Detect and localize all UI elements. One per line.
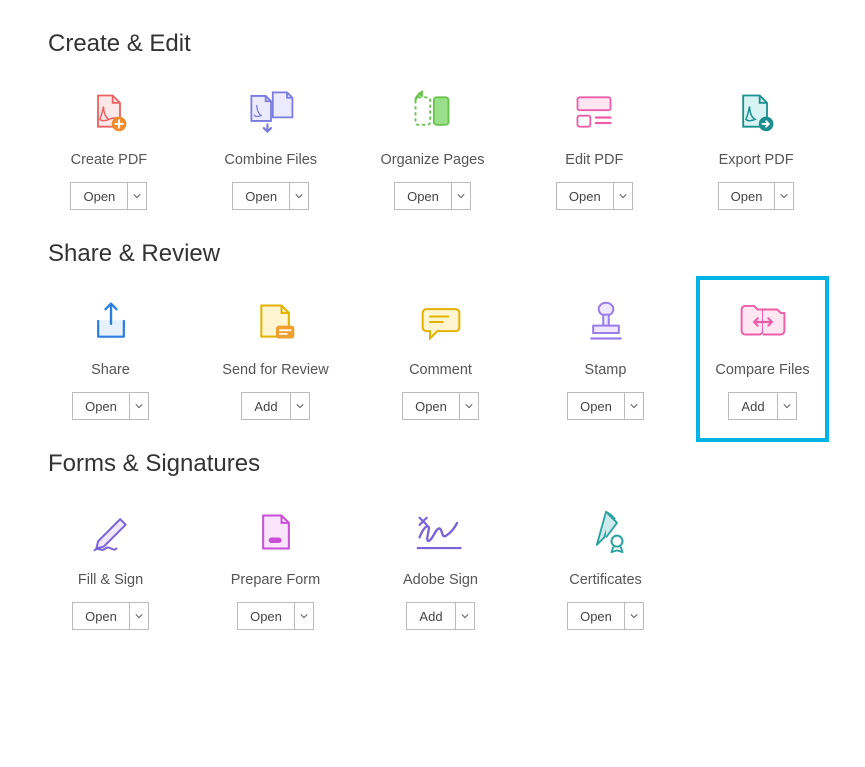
stamp-button[interactable]: Open (567, 392, 644, 420)
tool-prepare-form[interactable]: Prepare Form Open (213, 508, 338, 630)
compare-files-button[interactable]: Add (728, 392, 796, 420)
tool-label: Compare Files (715, 362, 809, 378)
chevron-down-icon[interactable] (778, 393, 796, 419)
tool-create-pdf[interactable]: Create PDF Open (48, 88, 170, 210)
section-create-edit: Create & EditCreate PDFOpenCombine Files… (48, 30, 817, 210)
tool-edit-pdf[interactable]: Edit PDF Open (533, 88, 655, 210)
create-pdf-icon (84, 88, 134, 136)
chevron-down-icon[interactable] (291, 393, 309, 419)
stamp-icon (581, 298, 631, 346)
combine-files-icon (246, 88, 296, 136)
tool-label: Export PDF (719, 152, 794, 168)
create-pdf-button-main[interactable]: Open (71, 183, 128, 209)
tool-comment[interactable]: Comment Open (378, 298, 503, 420)
edit-pdf-icon (569, 88, 619, 136)
fill-sign-icon (86, 508, 136, 556)
chevron-down-icon[interactable] (452, 183, 470, 209)
edit-pdf-button[interactable]: Open (556, 182, 633, 210)
tool-row: Create PDFOpenCombine FilesOpenOrganize … (48, 88, 817, 210)
tool-label: Edit PDF (565, 152, 623, 168)
tool-label: Create PDF (71, 152, 148, 168)
tool-organize-pages[interactable]: Organize Pages Open (372, 88, 494, 210)
tool-combine-files[interactable]: Combine Files Open (210, 88, 332, 210)
tool-label: Combine Files (224, 152, 317, 168)
prepare-form-button[interactable]: Open (237, 602, 314, 630)
chevron-down-icon[interactable] (456, 603, 474, 629)
chevron-down-icon[interactable] (460, 393, 478, 419)
chevron-down-icon[interactable] (130, 603, 148, 629)
send-for-review-button[interactable]: Add (241, 392, 309, 420)
share-button-main[interactable]: Open (73, 393, 130, 419)
tool-label: Adobe Sign (403, 572, 478, 588)
edit-pdf-button-main[interactable]: Open (557, 183, 614, 209)
send-review-icon (251, 298, 301, 346)
adobe-sign-icon (416, 508, 466, 556)
combine-files-button-main[interactable]: Open (233, 183, 290, 209)
section-title: Share & Review (48, 240, 817, 268)
tool-label: Certificates (569, 572, 642, 588)
send-for-review-button-main[interactable]: Add (242, 393, 290, 419)
tool-share[interactable]: Share Open (48, 298, 173, 420)
chevron-down-icon[interactable] (775, 183, 793, 209)
chevron-down-icon[interactable] (295, 603, 313, 629)
section-title: Forms & Signatures (48, 450, 817, 478)
chevron-down-icon[interactable] (625, 603, 643, 629)
tool-compare-files[interactable]: Compare Files Add (700, 280, 825, 438)
organize-pages-icon (407, 88, 457, 136)
tool-export-pdf[interactable]: Export PDF Open (695, 88, 817, 210)
comment-button[interactable]: Open (402, 392, 479, 420)
export-pdf-icon (731, 88, 781, 136)
share-button[interactable]: Open (72, 392, 149, 420)
tool-label: Share (91, 362, 130, 378)
chevron-down-icon[interactable] (130, 393, 148, 419)
tool-row: Fill & Sign Open Prepare Form Open Adobe Sig… (48, 508, 817, 630)
tool-row: ShareOpenSend for ReviewAddCommentOpenSt… (48, 298, 817, 420)
tool-certificates[interactable]: Certificates Open (543, 508, 668, 630)
adobe-sign-button[interactable]: Add (406, 602, 474, 630)
tool-fill-sign[interactable]: Fill & Sign Open (48, 508, 173, 630)
combine-files-button[interactable]: Open (232, 182, 309, 210)
tool-adobe-sign[interactable]: Adobe Sign Add (378, 508, 503, 630)
chevron-down-icon[interactable] (290, 183, 308, 209)
fill-sign-button[interactable]: Open (72, 602, 149, 630)
certificates-icon (581, 508, 631, 556)
tool-send-for-review[interactable]: Send for Review Add (213, 298, 338, 420)
tool-label: Stamp (585, 362, 627, 378)
export-pdf-button-main[interactable]: Open (719, 183, 776, 209)
compare-files-button-main[interactable]: Add (729, 393, 777, 419)
tool-label: Comment (409, 362, 472, 378)
chevron-down-icon[interactable] (614, 183, 632, 209)
create-pdf-button[interactable]: Open (70, 182, 147, 210)
tool-stamp[interactable]: Stamp Open (543, 298, 668, 420)
certificates-button-main[interactable]: Open (568, 603, 625, 629)
stamp-button-main[interactable]: Open (568, 393, 625, 419)
section-forms-signatures: Forms & SignaturesFill & SignOpenPrepare… (48, 450, 817, 630)
organize-pages-button-main[interactable]: Open (395, 183, 452, 209)
organize-pages-button[interactable]: Open (394, 182, 471, 210)
section-share-review: Share & Review Share Open Send for Review Ad… (48, 240, 817, 420)
section-title: Create & Edit (48, 30, 817, 58)
tool-label: Send for Review (222, 362, 328, 378)
tool-label: Organize Pages (381, 152, 485, 168)
prepare-form-button-main[interactable]: Open (238, 603, 295, 629)
compare-files-icon (738, 298, 788, 346)
fill-sign-button-main[interactable]: Open (73, 603, 130, 629)
certificates-button[interactable]: Open (567, 602, 644, 630)
tool-label: Prepare Form (231, 572, 320, 588)
comment-icon (416, 298, 466, 346)
export-pdf-button[interactable]: Open (718, 182, 795, 210)
share-icon (86, 298, 136, 346)
prepare-form-icon (251, 508, 301, 556)
adobe-sign-button-main[interactable]: Add (407, 603, 455, 629)
chevron-down-icon[interactable] (128, 183, 146, 209)
tool-label: Fill & Sign (78, 572, 143, 588)
comment-button-main[interactable]: Open (403, 393, 460, 419)
chevron-down-icon[interactable] (625, 393, 643, 419)
